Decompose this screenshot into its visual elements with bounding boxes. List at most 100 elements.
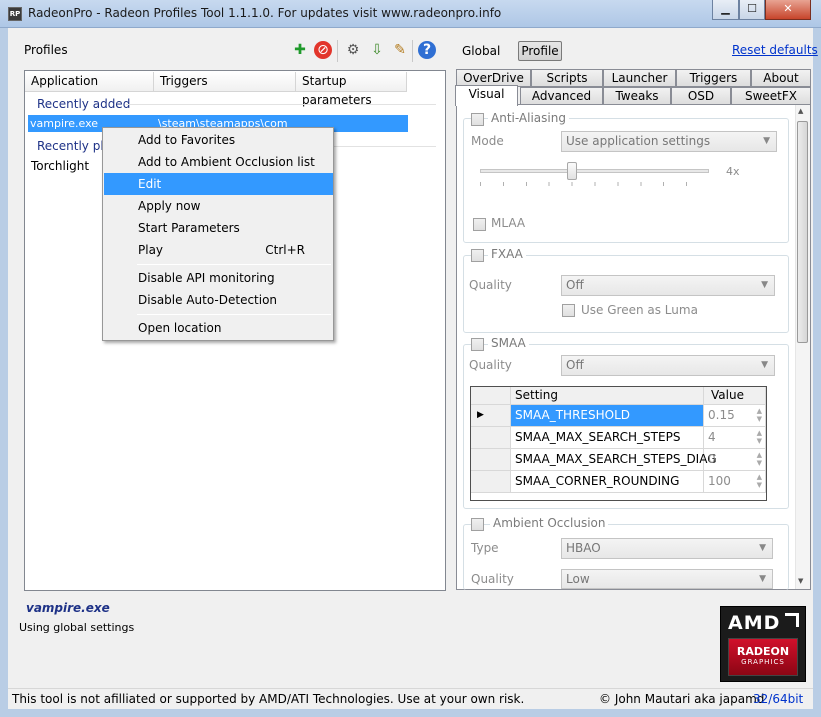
close-button[interactable]: ✕: [765, 0, 811, 20]
profile-toggle[interactable]: Profile: [518, 41, 562, 61]
grid-value: 0.15: [708, 408, 735, 422]
clean-icon[interactable]: ✎: [390, 40, 410, 60]
menu-item-add-to-ao-list[interactable]: Add to Ambient Occlusion list: [104, 151, 333, 173]
column-application[interactable]: Application: [25, 72, 154, 92]
green-luma-checkbox[interactable]: [562, 304, 575, 317]
grid-header-value[interactable]: Value: [704, 387, 766, 405]
mlaa-label: MLAA: [491, 216, 526, 230]
fxaa-checkbox[interactable]: [471, 249, 484, 262]
bitness-link[interactable]: 32/64bit: [753, 692, 803, 706]
tab-visual[interactable]: Visual: [455, 85, 518, 106]
menu-item-open-location[interactable]: Open location: [104, 317, 333, 339]
list-item[interactable]: Torchlight: [31, 159, 89, 173]
row-header: [471, 449, 511, 471]
scroll-up-icon[interactable]: ▲: [798, 107, 803, 115]
menu-shortcut: Ctrl+R: [265, 243, 305, 257]
column-startup-parameters[interactable]: Startup parameters: [296, 72, 407, 107]
global-toggle[interactable]: Global: [462, 44, 500, 58]
tab-about[interactable]: About: [751, 69, 811, 87]
spinner-arrows-icon[interactable]: ▲ ▼: [757, 429, 762, 445]
add-profile-icon[interactable]: ✚: [290, 40, 310, 60]
chevron-down-icon: ▼: [761, 360, 768, 370]
tab-launcher[interactable]: Launcher: [603, 69, 676, 87]
ao-quality-select[interactable]: Low ▼: [561, 569, 773, 589]
window-title: RadeonPro - Radeon Profiles Tool 1.1.1.0…: [28, 6, 502, 20]
row-header: [471, 427, 511, 449]
ao-type-select[interactable]: HBAO ▼: [561, 538, 773, 559]
menu-item-start-parameters[interactable]: Start Parameters: [104, 217, 333, 239]
row-app-name: vampire.exe: [30, 117, 99, 130]
menu-item-edit[interactable]: Edit: [104, 173, 333, 195]
grid-setting-cell[interactable]: SMAA_CORNER_ROUNDING: [511, 471, 704, 493]
aa-slider-value: 4x: [726, 165, 740, 178]
tab-scripts[interactable]: Scripts: [531, 69, 603, 87]
menu-item-disable-auto-detection[interactable]: Disable Auto-Detection: [104, 289, 333, 311]
menu-item-play[interactable]: Play Ctrl+R: [104, 239, 333, 261]
tab-sweetfx[interactable]: SweetFX: [731, 87, 811, 105]
author-text: © John Mautari aka japamd: [599, 692, 765, 706]
menu-item-apply-now[interactable]: Apply now: [104, 195, 333, 217]
smaa-quality-label: Quality: [469, 358, 512, 372]
fxaa-quality-select[interactable]: Off ▼: [561, 275, 775, 296]
grid-header-setting[interactable]: Setting: [511, 387, 704, 405]
scrollbar-thumb[interactable]: [797, 121, 808, 343]
mode-select[interactable]: Use application settings ▼: [561, 131, 777, 152]
mode-label: Mode: [471, 134, 504, 148]
menu-item-disable-api-monitoring[interactable]: Disable API monitoring: [104, 267, 333, 289]
tab-tweaks[interactable]: Tweaks: [603, 87, 671, 105]
chevron-down-icon: ▼: [759, 574, 766, 584]
menu-item-add-to-favorites[interactable]: Add to Favorites: [104, 129, 333, 151]
settings-icon[interactable]: ⚙: [343, 40, 363, 60]
spinner-arrows-icon[interactable]: ▲ ▼: [757, 407, 762, 423]
spinner-arrows-icon[interactable]: ▲ ▼: [757, 451, 762, 467]
grid-setting-cell[interactable]: SMAA_THRESHOLD: [511, 405, 704, 427]
amd-wordmark: AMD: [728, 612, 781, 634]
current-profile-name: vampire.exe: [26, 601, 110, 615]
delete-profile-icon[interactable]: ⊘: [314, 41, 332, 59]
menu-separator: [137, 314, 331, 315]
minimize-button[interactable]: ▁: [712, 0, 739, 20]
chevron-down-icon: ▼: [761, 280, 768, 290]
grid-value-spinner[interactable]: 100 ▲ ▼: [704, 471, 766, 493]
ao-type-label: Type: [471, 541, 499, 555]
group-recently-played[interactable]: Recently pla: [37, 139, 111, 153]
aa-slider-track[interactable]: [480, 169, 709, 173]
grid-value: 4: [708, 430, 716, 444]
grid-setting-cell[interactable]: SMAA_MAX_SEARCH_STEPS_DIAG: [511, 449, 717, 471]
mode-value: Use application settings: [566, 134, 711, 148]
ambient-occlusion-checkbox[interactable]: [471, 518, 484, 531]
aa-slider-thumb[interactable]: [567, 162, 577, 180]
profiles-label: Profiles: [24, 43, 68, 57]
smaa-quality-value: Off: [566, 358, 584, 372]
maximize-button[interactable]: ☐: [739, 0, 765, 20]
smaa-checkbox[interactable]: [471, 338, 484, 351]
column-triggers[interactable]: Triggers: [154, 72, 296, 92]
scroll-down-icon[interactable]: ▼: [798, 577, 803, 585]
reset-defaults-link[interactable]: Reset defaults: [732, 43, 818, 57]
grid-value-spinner[interactable]: 0.15 ▲ ▼: [704, 405, 766, 427]
tab-advanced[interactable]: Advanced: [520, 87, 603, 105]
import-icon[interactable]: ⇩: [367, 40, 387, 60]
mlaa-checkbox[interactable]: [473, 218, 486, 231]
group-recently-added[interactable]: Recently added: [37, 97, 130, 111]
anti-aliasing-title: Anti-Aliasing: [488, 111, 569, 125]
tab-triggers[interactable]: Triggers: [676, 69, 751, 87]
amd-arrow-icon: [785, 613, 799, 627]
app-icon: RP: [8, 7, 22, 21]
grid-value-spinner[interactable]: 0 ▲ ▼: [704, 449, 766, 471]
disclaimer-text: This tool is not afilliated or supported…: [12, 692, 525, 706]
grid-value-spinner[interactable]: 4 ▲ ▼: [704, 427, 766, 449]
spinner-arrows-icon[interactable]: ▲ ▼: [757, 473, 762, 489]
anti-aliasing-checkbox[interactable]: [471, 113, 484, 126]
smaa-quality-select[interactable]: Off ▼: [561, 355, 775, 376]
row-header: [471, 471, 511, 493]
tab-osd[interactable]: OSD: [671, 87, 731, 105]
ao-quality-value: Low: [566, 572, 590, 586]
amd-radeon-logo: AMD RADEON GRAPHICS: [720, 606, 806, 682]
ambient-occlusion-title: Ambient Occlusion: [490, 516, 609, 530]
grid-value: 0: [708, 452, 716, 466]
toolbar-divider: [412, 40, 413, 62]
help-icon[interactable]: ?: [418, 41, 436, 59]
fxaa-quality-label: Quality: [469, 278, 512, 292]
grid-setting-cell[interactable]: SMAA_MAX_SEARCH_STEPS: [511, 427, 704, 449]
